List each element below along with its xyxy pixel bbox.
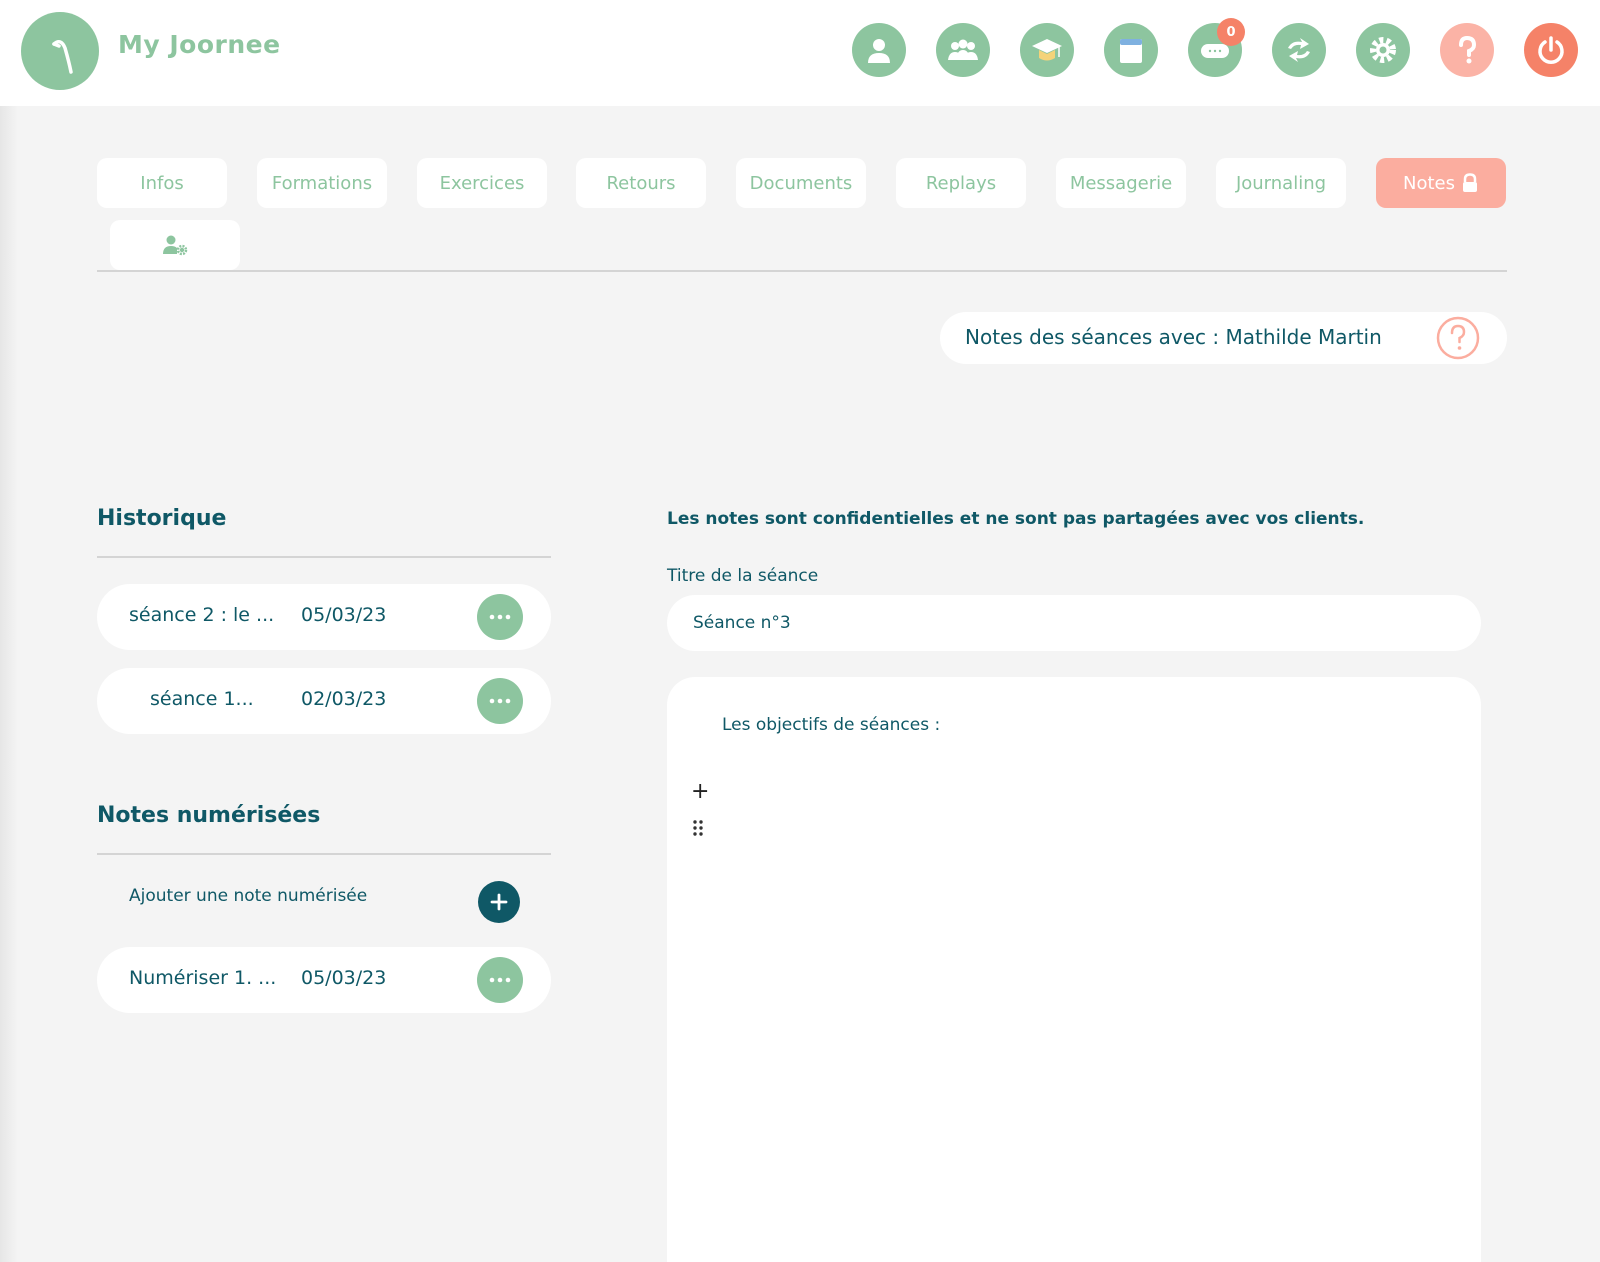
lock-icon	[1463, 173, 1477, 192]
add-scanned-note-button[interactable]	[478, 881, 520, 923]
help-circle-icon[interactable]	[1435, 315, 1481, 361]
item-title: séance 1...	[150, 688, 254, 710]
tab-notes[interactable]: Notes	[1376, 158, 1506, 208]
tab-retours[interactable]: Retours	[576, 158, 706, 208]
item-title: séance 2 : le ...	[129, 604, 275, 626]
tab-replays[interactable]: Replays	[896, 158, 1026, 208]
group-icon	[948, 39, 978, 60]
historique-title: Historique	[97, 506, 227, 531]
gear-icon	[1370, 37, 1396, 63]
calendar-button[interactable]	[1104, 23, 1158, 77]
profile-button[interactable]	[852, 23, 906, 77]
settings-button[interactable]	[1356, 23, 1410, 77]
tabs-divider	[97, 270, 1507, 272]
tab-notes-label: Notes	[1403, 172, 1455, 194]
sync-icon	[1288, 38, 1310, 62]
brand-name: My Joornee	[118, 30, 281, 59]
plus-icon	[490, 893, 508, 911]
help-icon	[1459, 35, 1477, 64]
notes-editor[interactable]: Les objectifs de séances : +	[667, 677, 1481, 1262]
left-shadow	[0, 0, 18, 1262]
ellipsis-icon	[489, 977, 511, 983]
add-scanned-note-label: Ajouter une note numérisée	[129, 886, 368, 906]
logo[interactable]	[21, 12, 99, 90]
tab-exercices[interactable]: Exercices	[417, 158, 547, 208]
clients-button[interactable]	[936, 23, 990, 77]
graduation-icon	[1032, 39, 1062, 61]
formations-button[interactable]	[1020, 23, 1074, 77]
notes-header-title: Notes des séances avec : Mathilde Martin	[965, 325, 1382, 349]
session-title-input[interactable]	[667, 595, 1481, 651]
logout-button[interactable]	[1524, 23, 1578, 77]
sync-button[interactable]	[1272, 23, 1326, 77]
list-item[interactable]: Numériser 1. ... 05/03/23	[97, 947, 551, 1013]
tab-infos[interactable]: Infos	[97, 158, 227, 208]
list-item[interactable]: séance 2 : le ... 05/03/23	[97, 584, 551, 650]
session-title-label: Titre de la séance	[667, 566, 819, 586]
tab-journaling[interactable]: Journaling	[1216, 158, 1346, 208]
tab-documents[interactable]: Documents	[736, 158, 866, 208]
notes-numerisees-divider	[97, 853, 551, 855]
help-button[interactable]	[1440, 23, 1494, 77]
add-block-button[interactable]: +	[691, 781, 709, 803]
drag-handle-icon[interactable]	[692, 819, 704, 837]
ellipsis-icon	[489, 614, 511, 620]
item-date: 02/03/23	[301, 688, 387, 710]
logo-swirl-icon	[52, 40, 73, 74]
historique-divider	[97, 556, 551, 558]
item-date: 05/03/23	[301, 967, 387, 989]
list-item[interactable]: séance 1... 02/03/23	[97, 668, 551, 734]
notes-numerisees-title: Notes numérisées	[97, 803, 321, 828]
top-header: My Joornee 0	[0, 0, 1600, 106]
user-icon	[868, 39, 890, 63]
user-gear-icon	[163, 235, 188, 256]
confidential-notice: Les notes sont confidentielles et ne son…	[667, 509, 1365, 529]
more-options-button[interactable]	[477, 678, 523, 724]
notes-header-pill: Notes des séances avec : Mathilde Martin	[940, 312, 1507, 364]
tab-formations[interactable]: Formations	[257, 158, 387, 208]
ellipsis-icon	[489, 698, 511, 704]
tab-messagerie[interactable]: Messagerie	[1056, 158, 1186, 208]
tab-client-settings[interactable]	[110, 220, 240, 270]
chat-badge: 0	[1217, 18, 1245, 46]
item-title: Numériser 1. ...	[129, 967, 277, 989]
calendar-icon	[1120, 39, 1142, 63]
item-date: 05/03/23	[301, 604, 387, 626]
power-icon	[1538, 36, 1564, 64]
more-options-button[interactable]	[477, 957, 523, 1003]
more-options-button[interactable]	[477, 594, 523, 640]
editor-paragraph[interactable]: Les objectifs de séances :	[722, 715, 940, 735]
